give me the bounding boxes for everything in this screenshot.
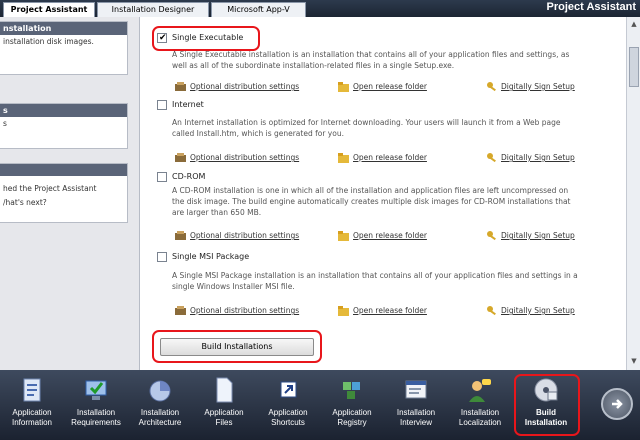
- open-release-folder-link[interactable]: Open release folder: [353, 82, 427, 91]
- settings-icon: [175, 82, 186, 91]
- cd-rom-desc-2: the disk image. The build engine automat…: [172, 197, 571, 206]
- app-title: Project Assistant: [546, 1, 636, 13]
- registry-cubes-icon: [343, 382, 360, 399]
- scroll-thumb[interactable]: [629, 47, 639, 87]
- left-section-box: s s: [0, 103, 128, 149]
- key-icon: [487, 231, 496, 241]
- nav-label: Application Registry: [332, 408, 372, 427]
- settings-icon: [175, 231, 186, 240]
- nav-label: Installation Requirements: [71, 408, 121, 427]
- folder-icon: [338, 306, 349, 316]
- digitally-sign-setup-link[interactable]: Digitally Sign Setup: [501, 231, 575, 240]
- right-arrow-icon: [612, 399, 623, 409]
- single-msi-desc-1: A Single MSI Package installation is an …: [172, 271, 578, 280]
- dialog-window-icon: [405, 380, 427, 399]
- highlight-build-button: [152, 330, 322, 363]
- left-info-box: nstallation installation disk images.: [0, 21, 128, 75]
- single-msi-package-checkbox[interactable]: [157, 252, 167, 262]
- nav-label: Installation Interview: [396, 408, 436, 427]
- left-next-text-2: /hat's next?: [3, 198, 47, 207]
- optional-distribution-settings-link[interactable]: Optional distribution settings: [190, 153, 299, 162]
- nav-label: Installation Localization: [458, 408, 502, 427]
- tab-microsoft-app-v[interactable]: Microsoft App-V: [211, 2, 306, 17]
- nav-label: Application Files: [204, 408, 244, 427]
- internet-desc-2: called Install.htm, which is generated f…: [172, 129, 344, 138]
- single-executable-desc-1: A Single Executable installation is an i…: [172, 50, 570, 59]
- settings-icon: [175, 153, 186, 162]
- tab-installation-designer[interactable]: Installation Designer: [97, 2, 209, 17]
- left-section-text: s: [3, 119, 7, 128]
- digitally-sign-setup-link[interactable]: Digitally Sign Setup: [501, 306, 575, 315]
- key-icon: [487, 306, 496, 316]
- key-icon: [487, 153, 496, 163]
- highlight-single-executable: [152, 26, 260, 51]
- left-box-title: nstallation: [0, 22, 127, 35]
- cd-rom-desc-3: are larger than 650 MB.: [172, 208, 262, 217]
- nav-installation-requirements[interactable]: Installation Requirements: [64, 374, 128, 436]
- left-box-text: installation disk images.: [3, 37, 94, 46]
- internet-checkbox[interactable]: [157, 100, 167, 110]
- nav-label: Application Information: [11, 408, 53, 427]
- info-document-icon: [23, 378, 41, 402]
- nav-application-information[interactable]: Application Information: [0, 374, 64, 436]
- folder-icon: [338, 231, 349, 241]
- shortcut-icon: [280, 381, 297, 398]
- scroll-up-icon[interactable]: ▲: [630, 20, 638, 28]
- single-msi-package-label: Single MSI Package: [172, 252, 250, 261]
- nav-application-files[interactable]: Application Files: [192, 374, 256, 436]
- scroll-down-icon[interactable]: ▼: [630, 357, 638, 365]
- single-msi-desc-2: single Windows Installer MSI file.: [172, 282, 295, 291]
- cd-rom-label: CD-ROM: [172, 172, 206, 181]
- highlight-build-installation: [514, 374, 580, 436]
- open-release-folder-link[interactable]: Open release folder: [353, 306, 427, 315]
- next-button[interactable]: [601, 388, 633, 420]
- nav-application-shortcuts[interactable]: Application Shortcuts: [256, 374, 320, 436]
- file-icon: [216, 377, 233, 403]
- nav-application-registry[interactable]: Application Registry: [320, 374, 384, 436]
- nav-installation-architecture[interactable]: Installation Architecture: [128, 374, 192, 436]
- nav-label: Installation Architecture: [138, 408, 182, 427]
- open-release-folder-link[interactable]: Open release folder: [353, 153, 427, 162]
- vertical-scrollbar[interactable]: ▲ ▼: [626, 17, 640, 370]
- internet-desc-1: An Internet installation is optimized fo…: [172, 118, 561, 127]
- tab-project-assistant[interactable]: Project Assistant: [3, 2, 95, 17]
- key-icon: [487, 82, 496, 92]
- left-next-text-1: hed the Project Assistant: [3, 184, 97, 193]
- internet-label: Internet: [172, 100, 204, 109]
- nav-installation-interview[interactable]: Installation Interview: [384, 374, 448, 436]
- nav-installation-localization[interactable]: Installation Localization: [448, 374, 512, 436]
- left-next-header: [0, 164, 127, 176]
- digitally-sign-setup-link[interactable]: Digitally Sign Setup: [501, 153, 575, 162]
- folder-icon: [338, 153, 349, 163]
- digitally-sign-setup-link[interactable]: Digitally Sign Setup: [501, 82, 575, 91]
- settings-icon: [175, 306, 186, 315]
- folder-icon: [338, 82, 349, 92]
- pie-chart-icon: [149, 380, 171, 402]
- cd-rom-checkbox[interactable]: [157, 172, 167, 182]
- computer-check-icon: [85, 380, 107, 400]
- optional-distribution-settings-link[interactable]: Optional distribution settings: [190, 82, 299, 91]
- open-release-folder-link[interactable]: Open release folder: [353, 231, 427, 240]
- optional-distribution-settings-link[interactable]: Optional distribution settings: [190, 306, 299, 315]
- left-panel: nstallation installation disk images. s …: [0, 17, 139, 370]
- left-next-box: hed the Project Assistant /hat's next?: [0, 163, 128, 223]
- top-tab-bar: Project Assistant Installation Designer …: [0, 0, 640, 17]
- cd-rom-desc-1: A CD-ROM installation is one in which al…: [172, 186, 569, 195]
- left-section-title: s: [0, 104, 127, 117]
- optional-distribution-settings-link[interactable]: Optional distribution settings: [190, 231, 299, 240]
- single-executable-desc-2: well as all of the subordinate installat…: [172, 61, 455, 70]
- nav-label: Application Shortcuts: [268, 408, 308, 427]
- person-speech-icon: [469, 379, 491, 402]
